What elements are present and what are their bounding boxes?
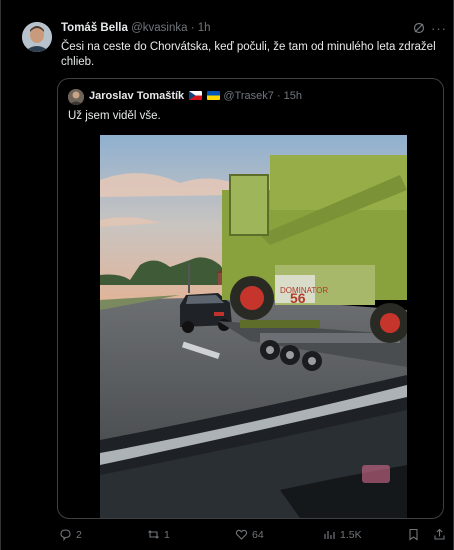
cz-flag-icon — [189, 91, 203, 100]
more-options-icon[interactable]: ··· — [431, 21, 447, 36]
views-button[interactable]: 1.5K — [323, 528, 362, 541]
views-chart-icon — [324, 531, 335, 539]
views-count: 1.5K — [340, 528, 362, 541]
time-separator: · — [190, 22, 195, 34]
bookmark-icon — [409, 528, 418, 541]
heart-icon — [235, 529, 248, 540]
quote-author-name[interactable]: Jaroslav Tomaštík — [89, 90, 184, 102]
quote-author-handle[interactable]: @Trasek7 — [223, 90, 274, 102]
tweet-time[interactable]: 1h — [198, 22, 211, 34]
harvester-number-text: 56 — [290, 290, 306, 306]
like-count: 64 — [252, 528, 264, 541]
like-button[interactable]: 64 — [235, 528, 264, 541]
quote-photo[interactable]: DOMINATOR 56 — [100, 135, 407, 518]
quote-time[interactable]: 15h — [284, 90, 302, 102]
tweet-text: Česi na ceste do Chorvátska, keď počuli,… — [61, 41, 436, 68]
quote-author-avatar[interactable] — [68, 89, 84, 105]
author-avatar[interactable] — [22, 22, 52, 52]
quote-text: Už jsem viděl vše. — [68, 110, 161, 122]
quote-header: Jaroslav Tomaštík @Trasek7 · 15h — [89, 90, 302, 102]
grok-icon[interactable] — [413, 22, 425, 34]
tweet[interactable]: Tomáš Bella @kvasinka · 1h ··· Česi na c… — [0, 0, 454, 550]
reply-button[interactable]: 2 — [59, 528, 82, 541]
author-name[interactable]: Tomáš Bella — [61, 22, 128, 34]
repost-icon — [148, 530, 159, 539]
repost-button[interactable]: 1 — [147, 528, 170, 541]
repost-count: 1 — [164, 528, 170, 541]
quote-time-separator: · — [276, 90, 281, 102]
reply-count: 2 — [76, 528, 82, 541]
ua-flag-icon — [207, 91, 221, 100]
bookmark-button[interactable] — [407, 528, 420, 541]
quoted-tweet[interactable]: Jaroslav Tomaštík @Trasek7 · 15h Už jsem… — [57, 78, 444, 519]
action-bar: 2 1 64 1.5K — [1, 528, 454, 544]
tweet-header: Tomáš Bella @kvasinka · 1h — [61, 22, 211, 34]
share-button[interactable] — [433, 528, 446, 541]
share-icon — [434, 528, 445, 540]
author-handle[interactable]: @kvasinka — [131, 22, 187, 34]
reply-icon — [60, 529, 71, 541]
